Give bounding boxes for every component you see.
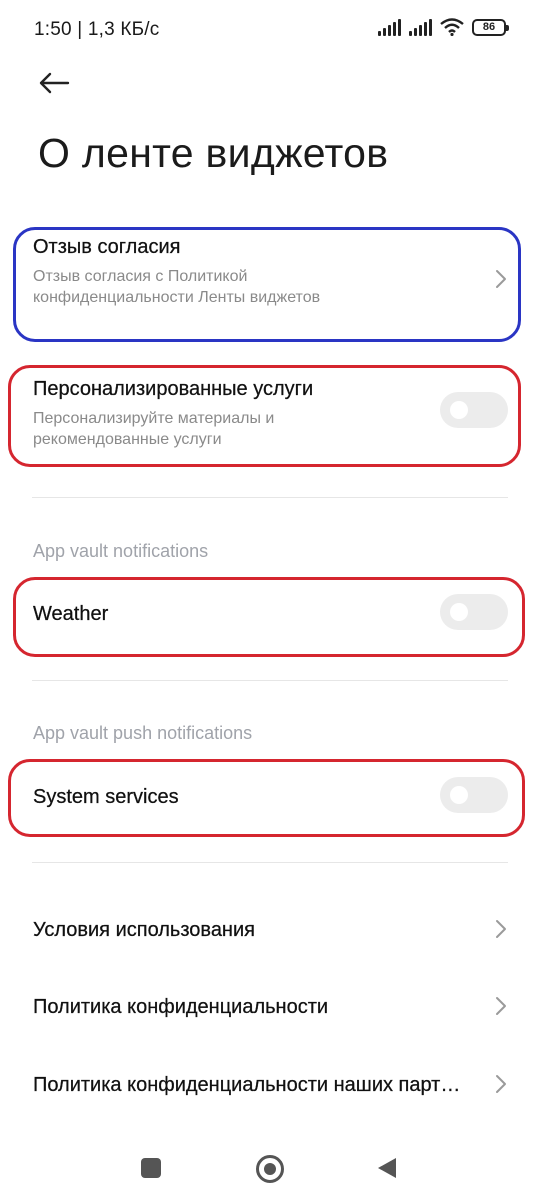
- partners-privacy-policy-link[interactable]: Политика конфиденциальности наших парт…: [0, 1052, 540, 1116]
- section-label-app-vault-notifications: App vault notifications: [33, 541, 209, 561]
- chevron-right-icon: [496, 270, 506, 288]
- consent-subtitle: Отзыв согласия с Политикой конфиденциаль…: [33, 268, 321, 306]
- personalized-toggle[interactable]: [440, 392, 508, 428]
- chevron-right-icon: [496, 920, 506, 938]
- system-services-toggle[interactable]: [440, 777, 508, 813]
- divider: [32, 497, 508, 498]
- signal-icon: [378, 18, 401, 36]
- privacy-policy-link[interactable]: Политика конфиденциальности: [0, 974, 540, 1038]
- battery-icon: 86: [472, 18, 509, 36]
- signal-icon: [409, 18, 432, 36]
- divider: [32, 680, 508, 681]
- chevron-right-icon: [496, 997, 506, 1015]
- chevron-right-icon: [496, 1075, 506, 1093]
- personalized-title: Персонализированные услуги: [33, 378, 314, 400]
- terms-of-use-label: Условия использования: [33, 919, 255, 941]
- toggle-knob: [450, 786, 468, 804]
- weather-toggle[interactable]: [440, 594, 508, 630]
- page-title: О ленте виджетов: [38, 130, 389, 176]
- status-time-speed: 1:50 | 1,3 КБ/с: [34, 19, 160, 40]
- back-button[interactable]: [30, 62, 78, 104]
- privacy-policy-label: Политика конфиденциальности: [33, 996, 329, 1018]
- status-bar: 1:50 | 1,3 КБ/с 86: [0, 0, 540, 60]
- consent-withdrawal-item[interactable]: Отзыв согласия Отзыв согласия с Политико…: [0, 228, 540, 340]
- terms-of-use-link[interactable]: Условия использования: [0, 897, 540, 961]
- personalized-services-item[interactable]: Персонализированные услуги Персонализиру…: [0, 366, 540, 466]
- divider: [32, 862, 508, 863]
- toggle-knob: [450, 603, 468, 621]
- system-services-item[interactable]: System services: [0, 760, 540, 836]
- weather-item[interactable]: Weather: [0, 578, 540, 656]
- partners-privacy-policy-label: Политика конфиденциальности наших парт…: [33, 1074, 461, 1096]
- weather-title: Weather: [33, 603, 109, 625]
- wifi-icon: [440, 18, 464, 36]
- personalized-subtitle: Персонализируйте материалы и рекомендова…: [33, 410, 275, 448]
- home-circle-icon[interactable]: [256, 1155, 284, 1183]
- toggle-knob: [450, 401, 468, 419]
- status-icons: 86: [378, 18, 509, 36]
- battery-level: 86: [482, 21, 496, 33]
- system-services-title: System services: [33, 786, 179, 808]
- arrow-left-icon: [39, 72, 70, 94]
- section-label-app-vault-push: App vault push notifications: [33, 723, 253, 743]
- navigation-bar: [0, 1130, 540, 1200]
- recents-square-icon[interactable]: [141, 1158, 161, 1178]
- consent-title: Отзыв согласия: [33, 236, 181, 258]
- back-triangle-icon[interactable]: [378, 1158, 396, 1178]
